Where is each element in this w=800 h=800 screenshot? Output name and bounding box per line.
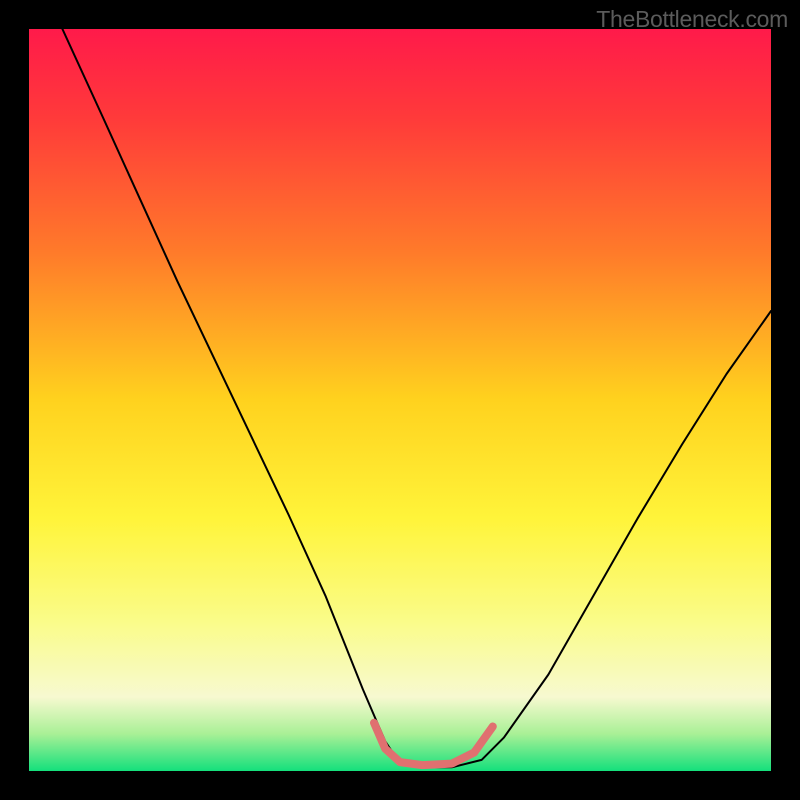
chart-background (29, 29, 771, 771)
chart-plot-area (29, 29, 771, 771)
chart-canvas (29, 29, 771, 771)
watermark-text: TheBottleneck.com (596, 6, 788, 33)
